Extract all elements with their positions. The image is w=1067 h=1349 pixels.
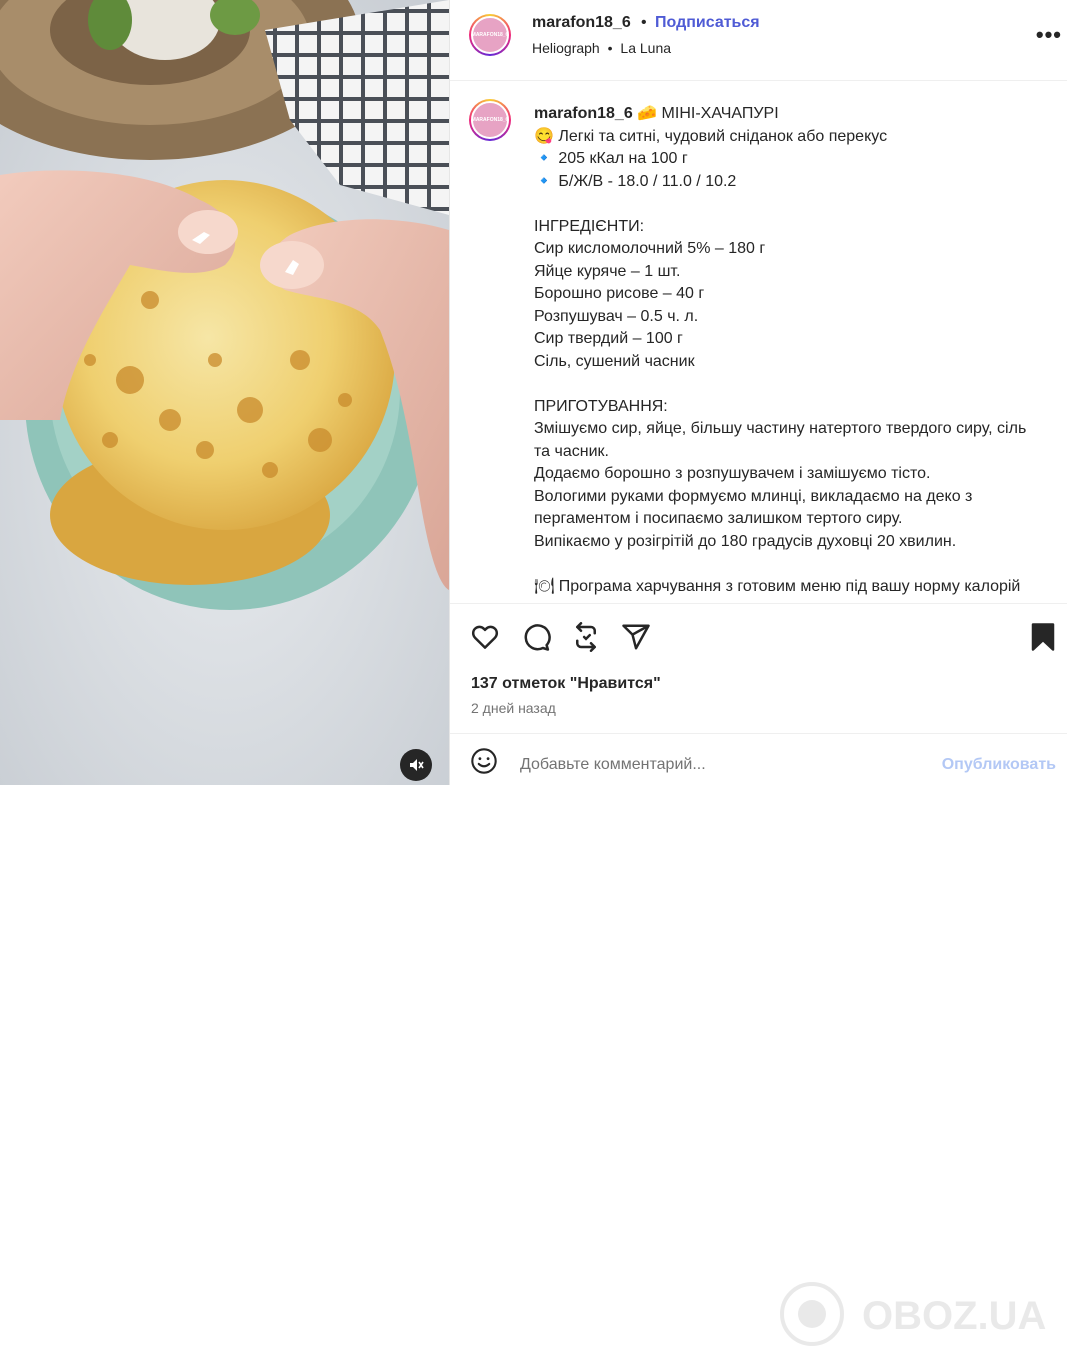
likes-count[interactable]: 137 отметок "Нравится" <box>471 675 661 693</box>
send-icon[interactable] <box>621 622 651 652</box>
speaker-muted-icon <box>410 759 424 771</box>
comment-bar: Добавьте комментарий... Опубликовать <box>450 733 1067 786</box>
action-bar: 137 отметок "Нравится" 2 дней назад OBOZ… <box>450 603 1067 1346</box>
publish-button[interactable]: Опубликовать <box>942 756 1056 774</box>
caption-line: Сіль, сушений часник <box>534 352 695 370</box>
caption-line: Розпушувач – 0.5 ч. л. <box>534 307 699 325</box>
caption-line: Сир кисломолочний 5% – 180 г <box>534 240 766 257</box>
caption-line: Змішуємо сир, яйце, більшу частину натер… <box>534 420 1031 460</box>
repost-icon[interactable] <box>571 622 601 652</box>
follow-button[interactable]: Подписаться <box>655 14 760 32</box>
caption-line: Випікаємо у розігрітій до 180 градусів д… <box>534 532 957 550</box>
location-primary[interactable]: Heliograph <box>532 40 600 56</box>
post-header: MARAFON18_6 marafon18_6 • Подписаться He… <box>450 0 1067 81</box>
heart-icon[interactable] <box>470 622 500 652</box>
more-options-icon[interactable]: ••• <box>1036 22 1062 48</box>
comment-icon[interactable] <box>521 622 551 652</box>
bookmark-icon[interactable] <box>1028 622 1058 652</box>
caption-line: ІНГРЕДІЄНТИ: <box>534 217 645 235</box>
caption-line: 🧀 МІНІ-ХАЧАПУРІ <box>637 105 779 122</box>
caption-text: marafon18_6 🧀 МІНІ-ХАЧАПУРІ 😋 Легкі та с… <box>534 103 1044 598</box>
location-secondary[interactable]: La Luna <box>620 40 671 56</box>
caption-avatar-label: MARAFON18_6 <box>471 101 509 139</box>
caption-username[interactable]: marafon18_6 <box>534 105 633 122</box>
caption-line: Борошно рисове – 40 г <box>534 285 705 302</box>
caption-section: MARAFON18_6 marafon18_6 🧀 МІНІ-ХАЧАПУРІ … <box>450 81 1067 603</box>
avatar[interactable]: MARAFON18_6 <box>469 14 511 56</box>
post-panel: MARAFON18_6 marafon18_6 • Подписаться He… <box>449 0 1067 1346</box>
caption-line: 🍽 Програма харчування з готовим меню під… <box>534 577 1021 595</box>
caption-avatar[interactable]: MARAFON18_6 <box>469 99 511 141</box>
separator: • <box>641 14 647 31</box>
post-date: 2 дней назад <box>471 700 556 716</box>
caption-line: Вологими руками формуємо млинці, виклада… <box>534 487 977 528</box>
watermark-text: OBOZ.UA <box>862 1294 1046 1338</box>
post-media[interactable] <box>0 0 449 785</box>
comment-input[interactable]: Добавьте комментарий... <box>520 756 706 774</box>
avatar-label: MARAFON18_6 <box>471 16 509 54</box>
caption-line: 🔹 205 кКал на 100 г <box>534 150 688 167</box>
caption-line: Яйце куряче – 1 шт. <box>534 262 681 280</box>
food-photo <box>0 0 449 785</box>
caption-line: Сир твердий – 100 г <box>534 330 683 347</box>
location[interactable]: Heliograph • La Luna <box>532 40 671 56</box>
username-link[interactable]: marafon18_6 <box>532 14 631 32</box>
caption-line: Додаємо борошно з розпушувачем і замішує… <box>534 465 931 482</box>
caption-line: 😋 Легкі та ситні, чудовий сніданок або п… <box>534 127 888 145</box>
watermark: OBOZ.UA <box>780 1282 1046 1346</box>
mute-button[interactable] <box>400 749 432 781</box>
caption-line: ПРИГОТУВАННЯ: <box>534 397 668 415</box>
emoji-icon[interactable] <box>470 747 498 775</box>
location-separator: • <box>607 40 613 56</box>
caption-line: 🔹 Б/Ж/В - 18.0 / 11.0 / 10.2 <box>534 172 737 190</box>
